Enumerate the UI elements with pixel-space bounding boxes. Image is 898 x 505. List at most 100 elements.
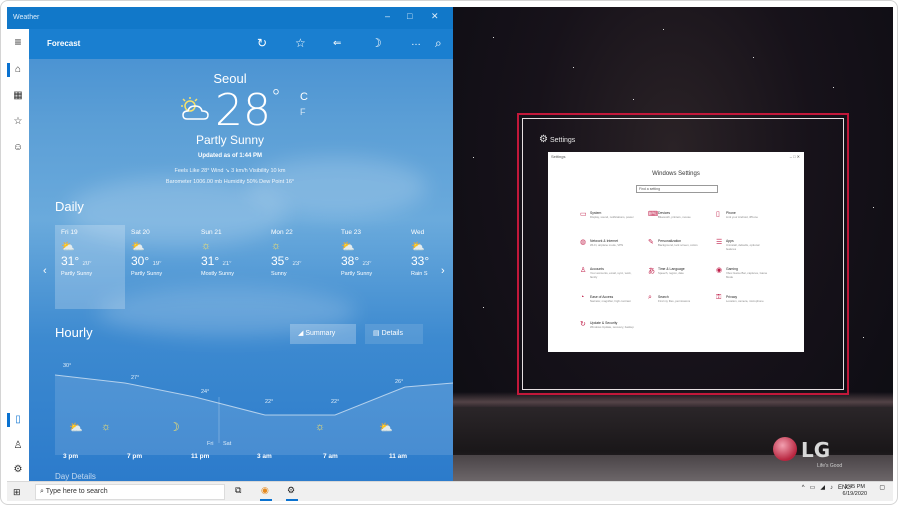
maps-icon[interactable]: ▦ — [7, 87, 29, 105]
settings-gear-icon: ⚙ — [539, 134, 548, 145]
hour-temp: 24° — [201, 389, 210, 395]
settings-item-phone: ▯ Phone Link your Android, iPhone — [716, 210, 776, 232]
day-card[interactable]: Tue 23 ⛅ 38° 23° Partly Sunny — [335, 225, 405, 309]
settings-item-search: ⌕ Search Find my files, permissions — [648, 294, 708, 316]
taskbar-clock[interactable]: 1:45 PM 6/19/2020 — [843, 484, 867, 498]
maximize-button[interactable]: □ — [407, 11, 412, 21]
settings-item-desc: Speech, region, date — [658, 271, 684, 275]
pin-icon[interactable]: ⇐ — [333, 38, 341, 49]
day-condition: Partly Sunny — [341, 271, 373, 277]
app-sidebar: ≡ ⌂ ▦ ☆ ☺ ▯ ♙ ⚙ — [7, 29, 29, 481]
hourly-chart: 30° 27° 24° 22° 22° 26° ⛅ ☼ ☽ ☼ ⛅ Fri Sa… — [55, 357, 453, 455]
day-name: Fri 19 — [61, 229, 78, 236]
day-name: Sat 20 — [131, 229, 150, 236]
day-name: Wed — [411, 229, 425, 236]
window-titlebar[interactable]: Weather – □ ✕ — [7, 7, 453, 29]
taskbar-search-box[interactable]: ⌕ Type here to search — [35, 484, 225, 500]
settings-window-thumbnail[interactable]: Settings – □ ✕ Windows Settings Find a s… — [548, 152, 804, 352]
window-title: Weather — [13, 14, 40, 21]
partly-sunny-icon: ⛅ — [69, 422, 83, 434]
day-card[interactable]: Mon 22 ☼ 35° 23° Sunny — [265, 225, 335, 309]
close-button[interactable]: ✕ — [431, 11, 439, 22]
battery-icon[interactable]: ▭ — [810, 485, 816, 491]
phone-icon[interactable]: ▯ — [7, 411, 29, 429]
favorites-icon[interactable]: ☆ — [7, 113, 29, 131]
weather-stats-line-1: Feels Like 28° Wind ↘ 3 km/h Visibility … — [174, 168, 286, 174]
devices-icon: ⌨ — [648, 211, 659, 218]
clock-time: 1:45 PM — [844, 484, 865, 490]
day-condition: Partly Sunny — [131, 271, 163, 277]
sunny-icon: ☼ — [271, 240, 282, 252]
settings-item-desc: Display, sound, notifications, power — [590, 215, 634, 219]
hour-time: 11 am — [389, 453, 408, 460]
settings-item-time-language: あ Time & Language Speech, region, date — [648, 266, 708, 288]
day-high: 31° — [61, 254, 80, 268]
sunny-icon: ☼ — [201, 240, 212, 252]
settings-titlebar: Settings – □ ✕ — [548, 152, 804, 161]
fahrenheit-toggle[interactable]: F — [300, 107, 306, 117]
network-icon[interactable]: ◢ — [820, 485, 825, 491]
hour-time: 11 pm — [191, 453, 210, 460]
hour-temp: 22° — [265, 399, 274, 405]
volume-icon[interactable]: ♪ — [830, 485, 833, 491]
day-low: 23° — [362, 261, 372, 267]
settings-icon[interactable]: ⚙ — [7, 461, 29, 479]
ease-of-access-icon: ◔ — [580, 294, 585, 301]
settings-item-accounts: ♙ Accounts Your accounts, email, sync, w… — [580, 266, 640, 288]
day-details-heading: Day Details — [55, 472, 96, 481]
hour-temp: 22° — [331, 399, 340, 405]
settings-gear-icon[interactable]: ⚙ — [286, 485, 298, 501]
day-name: Sun 21 — [201, 229, 222, 236]
lock-icon: ⚿ — [716, 294, 722, 301]
more-options-icon[interactable]: … — [411, 37, 421, 48]
chevron-up-icon[interactable]: ^ — [802, 485, 805, 491]
hour-time: 7 pm — [127, 453, 143, 460]
city-name: Seoul — [213, 71, 247, 86]
updated-time: Updated as of 1:44 PM — [197, 153, 262, 159]
hamburger-menu-icon[interactable]: ≡ — [7, 33, 29, 51]
details-button[interactable]: ▤ Details — [365, 324, 423, 344]
brand-word: LG — [801, 438, 831, 462]
system-icon: ▭ — [580, 211, 587, 218]
globe-icon: ◍ — [580, 239, 587, 246]
minimize-button[interactable]: – — [385, 11, 390, 21]
weather-app-window: Weather – □ ✕ ≡ ⌂ ▦ ☆ ☺ ▯ ♙ ⚙ Forecast ↻… — [7, 7, 453, 481]
current-temperature: 28° — [215, 85, 281, 136]
partly-sunny-icon — [179, 97, 213, 126]
day-condition: Sunny — [271, 271, 287, 277]
add-favorite-icon[interactable]: ☆ — [295, 36, 306, 50]
notification-icon[interactable]: ▢ — [879, 485, 885, 491]
settings-item-desc: Location, camera, microphone — [726, 299, 764, 303]
day-card[interactable]: Sat 20 ⛅ 30° 19° Partly Sunny — [125, 225, 195, 309]
day-card[interactable]: Sun 21 ☼ 31° 21° Mostly Sunny — [195, 225, 265, 309]
search-icon[interactable]: ⌕ — [435, 36, 442, 51]
settings-window-title: Windows Settings — [652, 171, 700, 177]
task-view-icon[interactable]: ⧉ — [235, 485, 241, 496]
settings-thumbnail-caption: Settings — [550, 137, 576, 144]
day-divider-label: Fri — [207, 441, 214, 447]
daily-prev-icon[interactable]: ‹ — [43, 265, 47, 277]
dark-mode-icon[interactable]: ☽ — [371, 36, 382, 50]
brush-icon: ✎ — [648, 239, 654, 246]
day-card[interactable]: Wed ⛅ 33° Rain S — [405, 225, 453, 309]
daily-forecast: Fri 19 ⛅ 31° 20° Partly Sunny Sat 20 ⛅ 3… — [55, 225, 453, 309]
daily-next-icon[interactable]: › — [441, 265, 445, 277]
refresh-icon[interactable]: ↻ — [257, 36, 267, 50]
celsius-toggle[interactable]: C — [300, 91, 308, 103]
day-high: 38° — [341, 254, 360, 268]
hour-time: 7 am — [323, 453, 338, 460]
xbox-icon: ◉ — [716, 267, 723, 274]
summary-button[interactable]: ◢ Summary — [290, 324, 356, 344]
account-icon[interactable]: ♙ — [7, 437, 29, 455]
windows-start-icon[interactable]: ⊞ — [13, 487, 23, 497]
settings-item-update-security: ↻ Update & Security Windows Update, reco… — [580, 320, 640, 342]
day-name: Tue 23 — [341, 229, 361, 236]
hour-temp: 27° — [131, 375, 140, 381]
update-icon: ↻ — [580, 321, 586, 328]
day-name: Mon 22 — [271, 229, 293, 236]
day-card[interactable]: Fri 19 ⛅ 31° 20° Partly Sunny — [55, 225, 125, 309]
toolbar-title: Forecast — [47, 39, 81, 48]
partly-sunny-icon: ⛅ — [61, 241, 75, 253]
hourly-heading: Hourly — [55, 325, 93, 340]
browser-icon[interactable]: ◉ — [260, 485, 272, 501]
